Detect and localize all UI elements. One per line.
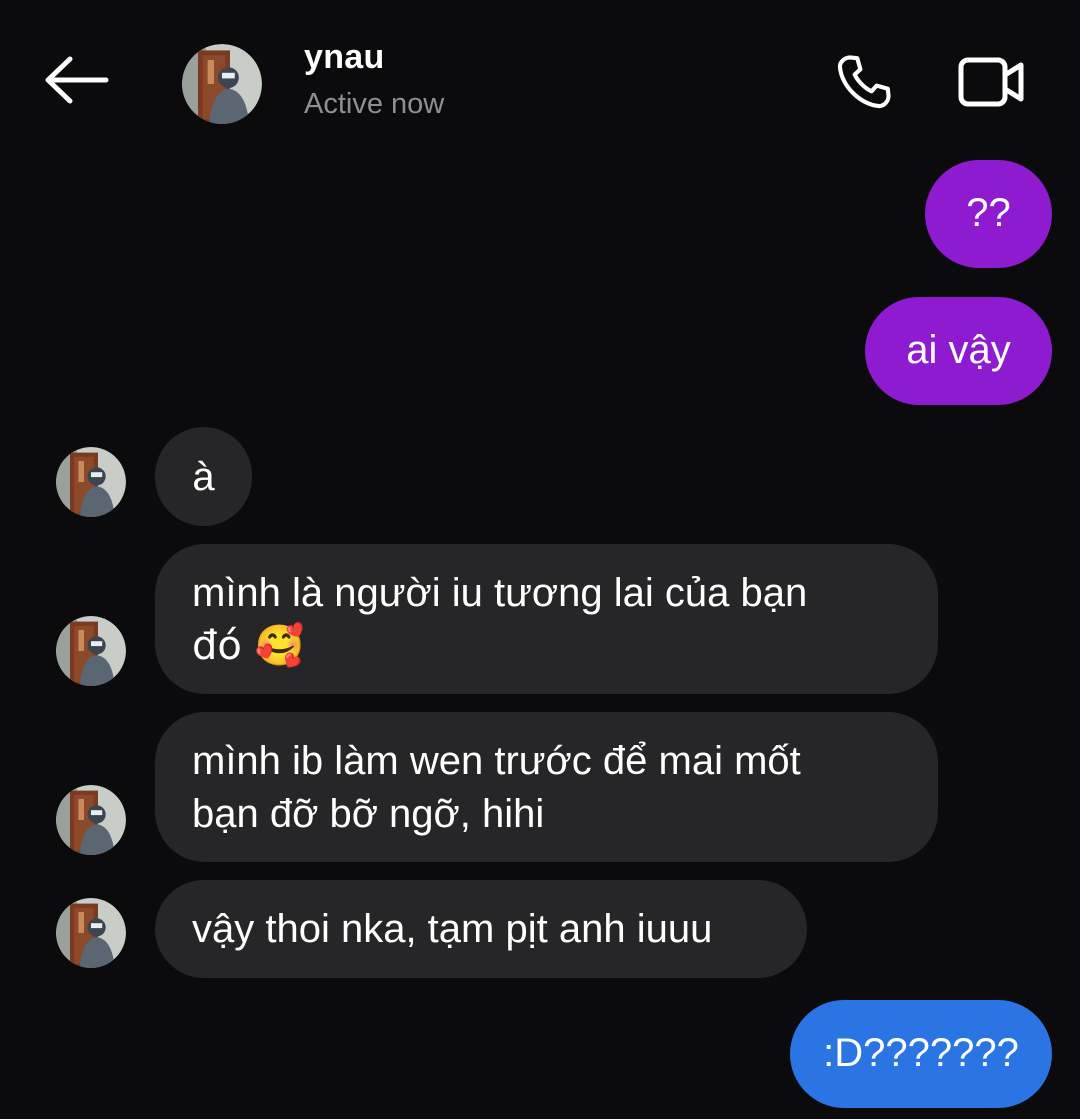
avatar-image — [182, 44, 262, 124]
sender-avatar[interactable] — [56, 616, 126, 686]
message-text: ai vậy — [906, 328, 1011, 372]
message-text-line-1: mình là người iu tương lai của bạn — [192, 571, 808, 615]
voice-call-button[interactable] — [828, 46, 900, 118]
avatar-image — [56, 898, 126, 968]
message-outgoing[interactable]: ai vậy — [865, 297, 1052, 405]
arrow-left-icon — [45, 56, 109, 104]
message-incoming[interactable]: mình là người iu tương lai của bạn đó 🥰 — [155, 544, 938, 694]
message-text: :D??????? — [823, 1031, 1019, 1075]
sender-avatar[interactable] — [56, 447, 126, 517]
chat-screen: ynau Active now ?? ai vậy à mình là ngườ… — [0, 0, 1080, 1119]
message-text: ?? — [966, 191, 1011, 235]
contact-avatar[interactable] — [182, 44, 262, 124]
message-outgoing[interactable]: ?? — [925, 160, 1052, 268]
message-text-line-1: mình ib làm wen trước để mai mốt — [192, 739, 801, 783]
message-text: à — [192, 455, 215, 499]
sender-avatar[interactable] — [56, 785, 126, 855]
contact-name[interactable]: ynau — [304, 38, 385, 77]
avatar-image — [56, 785, 126, 855]
sender-avatar[interactable] — [56, 898, 126, 968]
message-outgoing[interactable]: :D??????? — [790, 1000, 1052, 1108]
video-camera-icon — [958, 57, 1024, 107]
message-incoming[interactable]: vậy thoi nka, tạm pịt anh iuuu — [155, 880, 807, 978]
active-status: Active now — [304, 88, 445, 120]
chat-header: ynau Active now — [0, 0, 1080, 150]
message-text: vậy thoi nka, tạm pịt anh iuuu — [192, 907, 713, 951]
back-button[interactable] — [40, 50, 112, 110]
message-text-line-2: đó 🥰 — [192, 623, 305, 669]
message-incoming[interactable]: mình ib làm wen trước để mai mốt bạn đỡ … — [155, 712, 938, 862]
message-incoming[interactable]: à — [155, 427, 252, 526]
avatar-image — [56, 447, 126, 517]
avatar-image — [56, 616, 126, 686]
message-text-line-2: bạn đỡ bỡ ngỡ, hihi — [192, 792, 545, 836]
video-call-button[interactable] — [952, 46, 1032, 118]
phone-icon — [837, 55, 891, 109]
